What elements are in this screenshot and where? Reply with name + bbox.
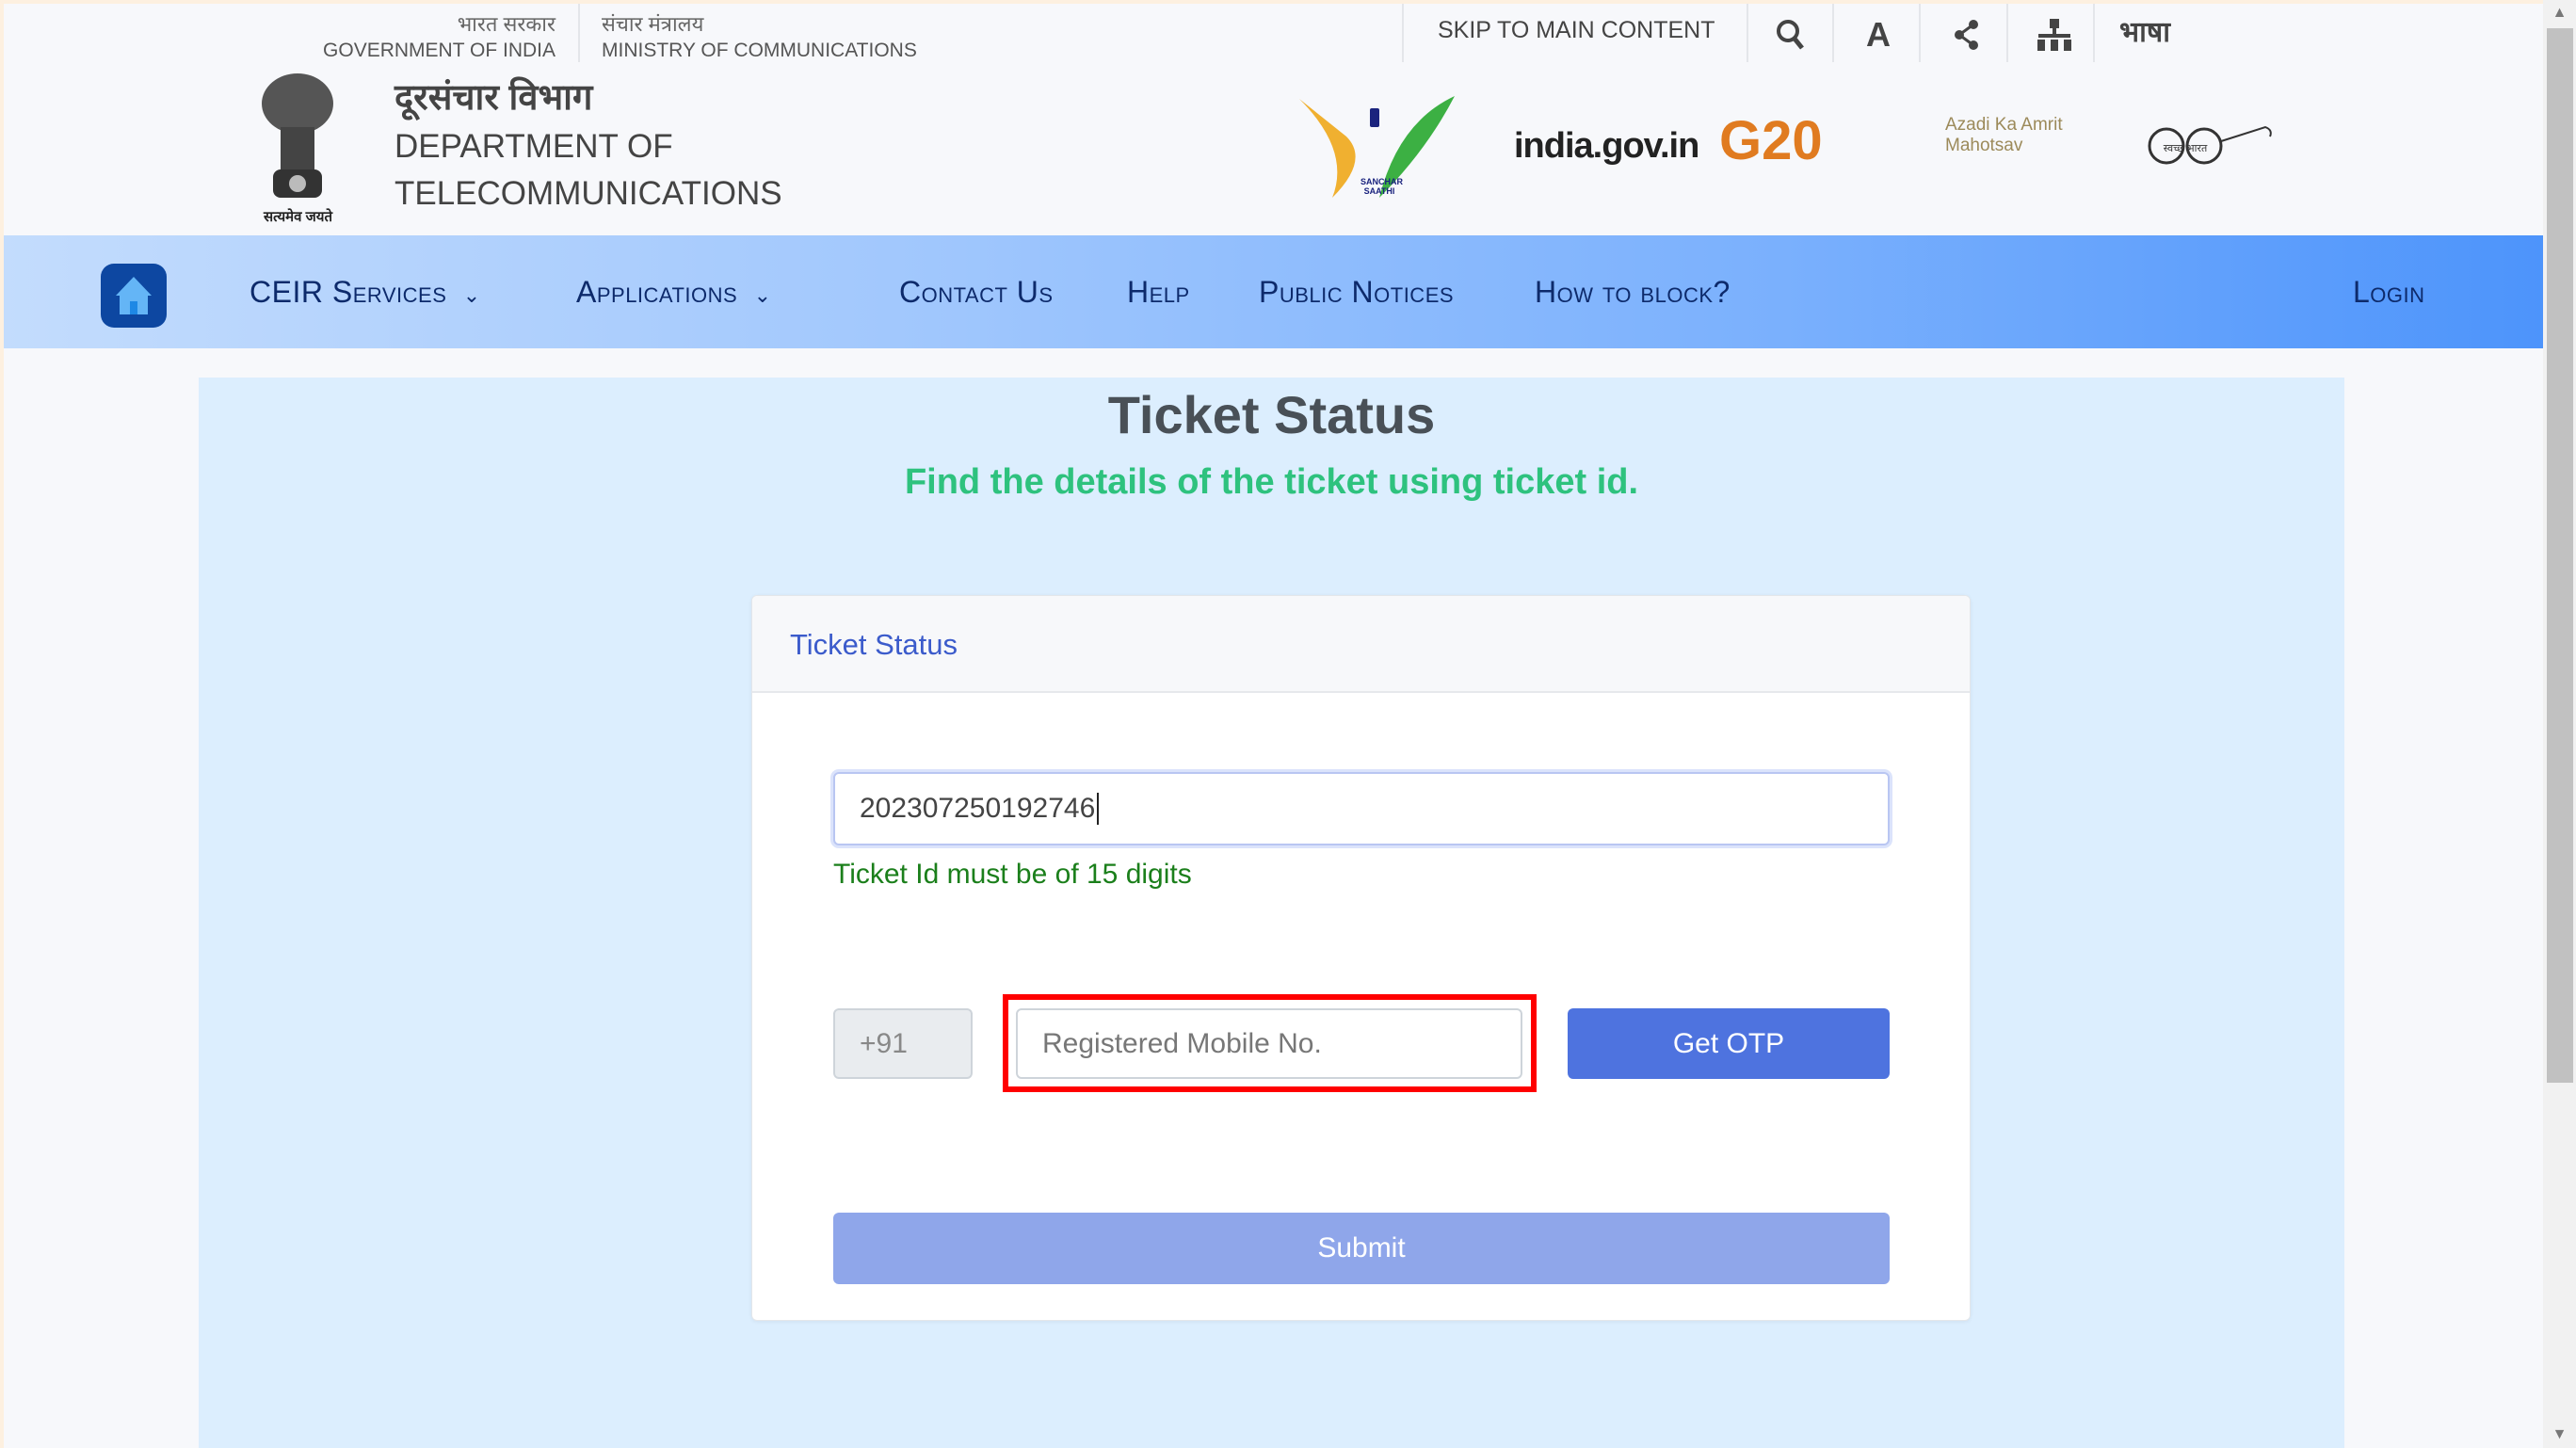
- scroll-up-arrow[interactable]: ▲: [2543, 0, 2576, 26]
- ministry-hindi: संचार मंत्रालय: [602, 12, 704, 36]
- g20-text: G20: [1719, 110, 1823, 171]
- department-name: दूरसंचार विभाग DEPARTMENT OF TELECOMMUNI…: [394, 72, 782, 213]
- country-code: +91: [833, 1008, 973, 1079]
- swachh-bharat-logo[interactable]: स्वच्छ भारत: [2143, 122, 2275, 174]
- nav-label: Applications: [576, 275, 738, 309]
- scroll-down-arrow[interactable]: ▼: [2543, 1422, 2576, 1448]
- language-selector[interactable]: भाषा: [2119, 11, 2170, 50]
- emblem-motto: सत्यमेव जयते: [263, 209, 333, 225]
- chevron-down-icon: ⌄: [753, 283, 772, 307]
- sitemap-icon[interactable]: [2036, 19, 2073, 57]
- gov-of-india: भारत सरकार GOVERNMENT OF INDIA: [323, 9, 555, 62]
- page: भारत सरकार GOVERNMENT OF INDIA संचार मंत…: [4, 4, 2543, 1448]
- swachh-text: स्वच्छ भारत: [2163, 143, 2208, 154]
- scrollbar-thumb[interactable]: [2547, 28, 2573, 1083]
- nav-help[interactable]: Help: [1127, 275, 1190, 310]
- nav-contact-us[interactable]: Contact Us: [899, 275, 1054, 310]
- g20-logo[interactable]: G20: [1719, 109, 1823, 172]
- ministry-english: MINISTRY OF COMMUNICATIONS: [602, 40, 917, 61]
- national-emblem-logo: सत्यमेव जयते: [254, 71, 342, 226]
- nav-how-to-block[interactable]: How to block?: [1535, 275, 1731, 310]
- home-button[interactable]: [101, 264, 167, 328]
- ticket-id-error: Ticket Id must be of 15 digits: [833, 859, 1192, 890]
- submit-button[interactable]: Submit: [833, 1213, 1890, 1284]
- sanchar-saathi-logo[interactable]: SANCHAR SAATHI: [1295, 94, 1459, 202]
- ministry: संचार मंत्रालय MINISTRY OF COMMUNICATION…: [602, 9, 917, 62]
- nav-applications[interactable]: Applications ⌄: [576, 275, 772, 310]
- ticket-id-input[interactable]: 202307250192746: [833, 772, 1890, 845]
- page-title: Ticket Status: [1107, 385, 1436, 444]
- gov-english: GOVERNMENT OF INDIA: [323, 40, 555, 61]
- chevron-down-icon: ⌄: [462, 283, 481, 307]
- vertical-scrollbar[interactable]: ▲ ▼: [2543, 0, 2576, 1448]
- gov-hindi: भारत सरकार: [457, 12, 555, 36]
- ticket-status-card: Ticket Status 202307250192746 Ticket Id …: [751, 595, 1971, 1321]
- get-otp-button[interactable]: Get OTP: [1568, 1008, 1890, 1079]
- ticket-id-value: 202307250192746: [860, 793, 1096, 824]
- dept-line1: DEPARTMENT OF: [394, 128, 673, 165]
- dept-line2: TELECOMMUNICATIONS: [394, 175, 782, 212]
- mobile-placeholder: Registered Mobile No.: [1042, 1027, 1322, 1059]
- nav-label: CEIR Services: [250, 275, 447, 309]
- home-icon: [116, 277, 152, 314]
- nav-ceir-services[interactable]: CEIR Services ⌄: [250, 275, 481, 310]
- main-content: Ticket Status Find the details of the ti…: [199, 378, 2344, 1448]
- page-subtitle: Find the details of the ticket using tic…: [904, 462, 1639, 502]
- main-nav: CEIR Services ⌄ Applications ⌄ Contact U…: [4, 235, 2543, 348]
- sanchar-text: SANCHAR SAATHI: [1360, 177, 1403, 196]
- card-header: Ticket Status: [752, 596, 1970, 693]
- skip-to-main-content-link[interactable]: SKIP TO MAIN CONTENT: [1438, 17, 1715, 44]
- dept-hindi: दूरसंचार विभाग: [394, 78, 593, 118]
- search-icon[interactable]: [1776, 19, 1804, 51]
- share-icon[interactable]: [1953, 19, 1981, 56]
- font-size-icon[interactable]: A: [1866, 15, 1891, 55]
- azadi-ka-amrit-mahotsav-logo[interactable]: Azadi Ka Amrit Mahotsav: [1945, 115, 2077, 156]
- india-gov-logo[interactable]: india.gov.in: [1514, 126, 1699, 167]
- login-link[interactable]: Login: [2353, 275, 2425, 310]
- nav-public-notices[interactable]: Public Notices: [1259, 275, 1454, 310]
- mobile-number-input[interactable]: Registered Mobile No.: [1016, 1008, 1522, 1079]
